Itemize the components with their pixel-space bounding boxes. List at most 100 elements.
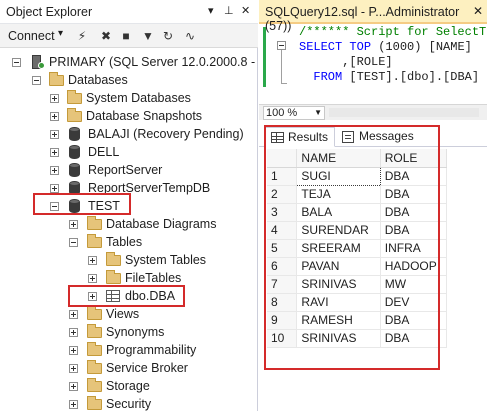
sql-keyword-select: SELECT — [299, 40, 343, 54]
refresh-icon[interactable]: ↻ — [160, 28, 176, 44]
code-editor[interactable]: /****** Script for SelectTo SELECT TOP (… — [259, 25, 487, 103]
zoom-bar: 100 % ▼ — [259, 104, 487, 120]
database-icon — [69, 163, 80, 177]
server-icon — [30, 55, 45, 69]
sql-from-target: [TEST].[dbo].[DBA] — [349, 70, 480, 84]
folder-icon — [87, 342, 102, 356]
tree-node-label: Views — [106, 307, 140, 321]
tree-node-label: Synonyms — [106, 325, 165, 339]
horizontal-scrollbar[interactable] — [329, 108, 479, 117]
tree-node-label: BALAJI (Recovery Pending) — [88, 127, 244, 141]
sql-keyword-from: FROM — [313, 70, 343, 84]
object-explorer-title-bar: Object Explorer ▾ ⊥ ✕ — [0, 0, 258, 24]
code-line-select: SELECT TOP (1000) [NAME] — [299, 40, 472, 54]
expand-icon[interactable] — [50, 130, 59, 139]
tree-node-label: DELL — [88, 145, 120, 159]
tree-node-label: System Databases — [86, 91, 191, 105]
collapse-icon[interactable] — [277, 41, 286, 50]
object-explorer-toolbar: Connect ▾ ⚡ ✖ ■ ▼ ↻ ∿ — [0, 24, 258, 48]
expand-icon[interactable] — [69, 220, 78, 229]
highlight-results — [264, 125, 440, 370]
chevron-down-icon: ▼ — [314, 108, 322, 117]
folder-icon — [49, 72, 64, 86]
folder-icon — [106, 252, 121, 266]
query-tab[interactable]: SQLQuery12.sql - P...Administrator (57))… — [259, 0, 487, 33]
tree-node[interactable]: Service Broker — [0, 359, 258, 377]
expand-icon[interactable] — [88, 274, 97, 283]
expand-icon[interactable] — [50, 184, 59, 193]
disconnect-icon[interactable]: ✖ — [98, 28, 114, 44]
tree-node-label: Database Diagrams — [106, 217, 217, 231]
tree-node[interactable]: Tables — [0, 233, 258, 251]
folder-icon — [87, 396, 102, 410]
zoom-select[interactable]: 100 % ▼ — [263, 106, 325, 120]
tree-node-label: Database Snapshots — [86, 109, 203, 123]
folder-icon — [87, 378, 102, 392]
expand-icon[interactable] — [88, 256, 97, 265]
collapse-icon[interactable] — [12, 58, 21, 67]
window-position-icon[interactable]: ▾ — [208, 4, 214, 17]
query-editor: SQLQuery12.sql - P...Administrator (57))… — [259, 0, 487, 120]
close-icon[interactable]: ✕ — [241, 4, 250, 17]
highlight-dbo-dba-table — [68, 285, 185, 307]
folder-icon — [106, 270, 121, 284]
tree-node[interactable]: ReportServer — [0, 161, 258, 179]
code-line-comment: /****** Script for SelectTo — [299, 25, 487, 39]
tree-node-label: Databases — [68, 73, 128, 87]
folder-icon — [87, 306, 102, 320]
sql-keyword-top: TOP — [349, 40, 372, 54]
tree-node-label: Tables — [106, 235, 143, 249]
tree-node-label: Security — [106, 397, 152, 411]
connect-button[interactable]: Connect — [8, 29, 55, 43]
expand-icon[interactable] — [69, 382, 78, 391]
tree-node[interactable]: Database Diagrams — [0, 215, 258, 233]
folder-icon — [87, 234, 102, 248]
tab-close-icon[interactable]: ✕ — [473, 4, 483, 18]
connect-dropdown-icon[interactable]: ▾ — [58, 28, 63, 39]
expand-icon[interactable] — [69, 400, 78, 409]
tree-node[interactable]: BALAJI (Recovery Pending) — [0, 125, 258, 143]
change-indicator — [263, 27, 266, 87]
tree-node[interactable]: Views — [0, 305, 258, 323]
tree-node[interactable]: Security — [0, 395, 258, 411]
zoom-value: 100 % — [266, 107, 298, 119]
tree-node-label: Programmability — [106, 343, 197, 357]
code-line-from: FROM [TEST].[dbo].[DBA] — [299, 70, 479, 84]
database-icon — [69, 127, 80, 141]
tree-node[interactable]: System Tables — [0, 251, 258, 269]
connect-plug-icon[interactable]: ⚡ — [74, 28, 90, 44]
expand-icon[interactable] — [69, 364, 78, 373]
expand-icon[interactable] — [50, 112, 59, 121]
pin-icon[interactable]: ⊥ — [224, 4, 234, 17]
sql-role-column: ,[ROLE] — [342, 55, 393, 69]
expand-icon[interactable] — [69, 310, 78, 319]
collapse-icon[interactable] — [32, 76, 41, 85]
tree-node[interactable]: PRIMARY (SQL Server 12.0.2000.8 - SQL — [0, 53, 258, 71]
activity-monitor-icon[interactable]: ∿ — [182, 28, 198, 44]
tree-node-label: Storage — [106, 379, 150, 393]
filter-icon[interactable]: ▼ — [140, 28, 156, 44]
tree-node[interactable]: System Databases — [0, 89, 258, 107]
object-explorer-title: Object Explorer — [6, 5, 93, 19]
expand-icon[interactable] — [50, 148, 59, 157]
stop-icon[interactable]: ■ — [118, 28, 134, 44]
folder-icon — [87, 360, 102, 374]
tree-node[interactable]: DELL — [0, 143, 258, 161]
sql-comment: /****** Script for SelectTo — [299, 25, 487, 39]
tree-node[interactable]: Databases — [0, 71, 258, 89]
object-explorer-tree: PRIMARY (SQL Server 12.0.2000.8 - SQL Dat… — [0, 49, 258, 411]
collapse-icon[interactable] — [69, 238, 78, 247]
tree-node-label: ReportServer — [88, 163, 163, 177]
tree-node[interactable]: Synonyms — [0, 323, 258, 341]
tree-node[interactable]: Storage — [0, 377, 258, 395]
tree-node-label: System Tables — [125, 253, 207, 267]
expand-icon[interactable] — [69, 346, 78, 355]
tree-node[interactable]: Database Snapshots — [0, 107, 258, 125]
expand-icon[interactable] — [50, 166, 59, 175]
tree-node-label: PRIMARY (SQL Server 12.0.2000.8 - SQL — [49, 55, 258, 69]
expand-icon[interactable] — [69, 328, 78, 337]
tree-node[interactable]: Programmability — [0, 341, 258, 359]
highlight-test-database — [33, 193, 131, 215]
folder-icon — [87, 324, 102, 338]
expand-icon[interactable] — [50, 94, 59, 103]
